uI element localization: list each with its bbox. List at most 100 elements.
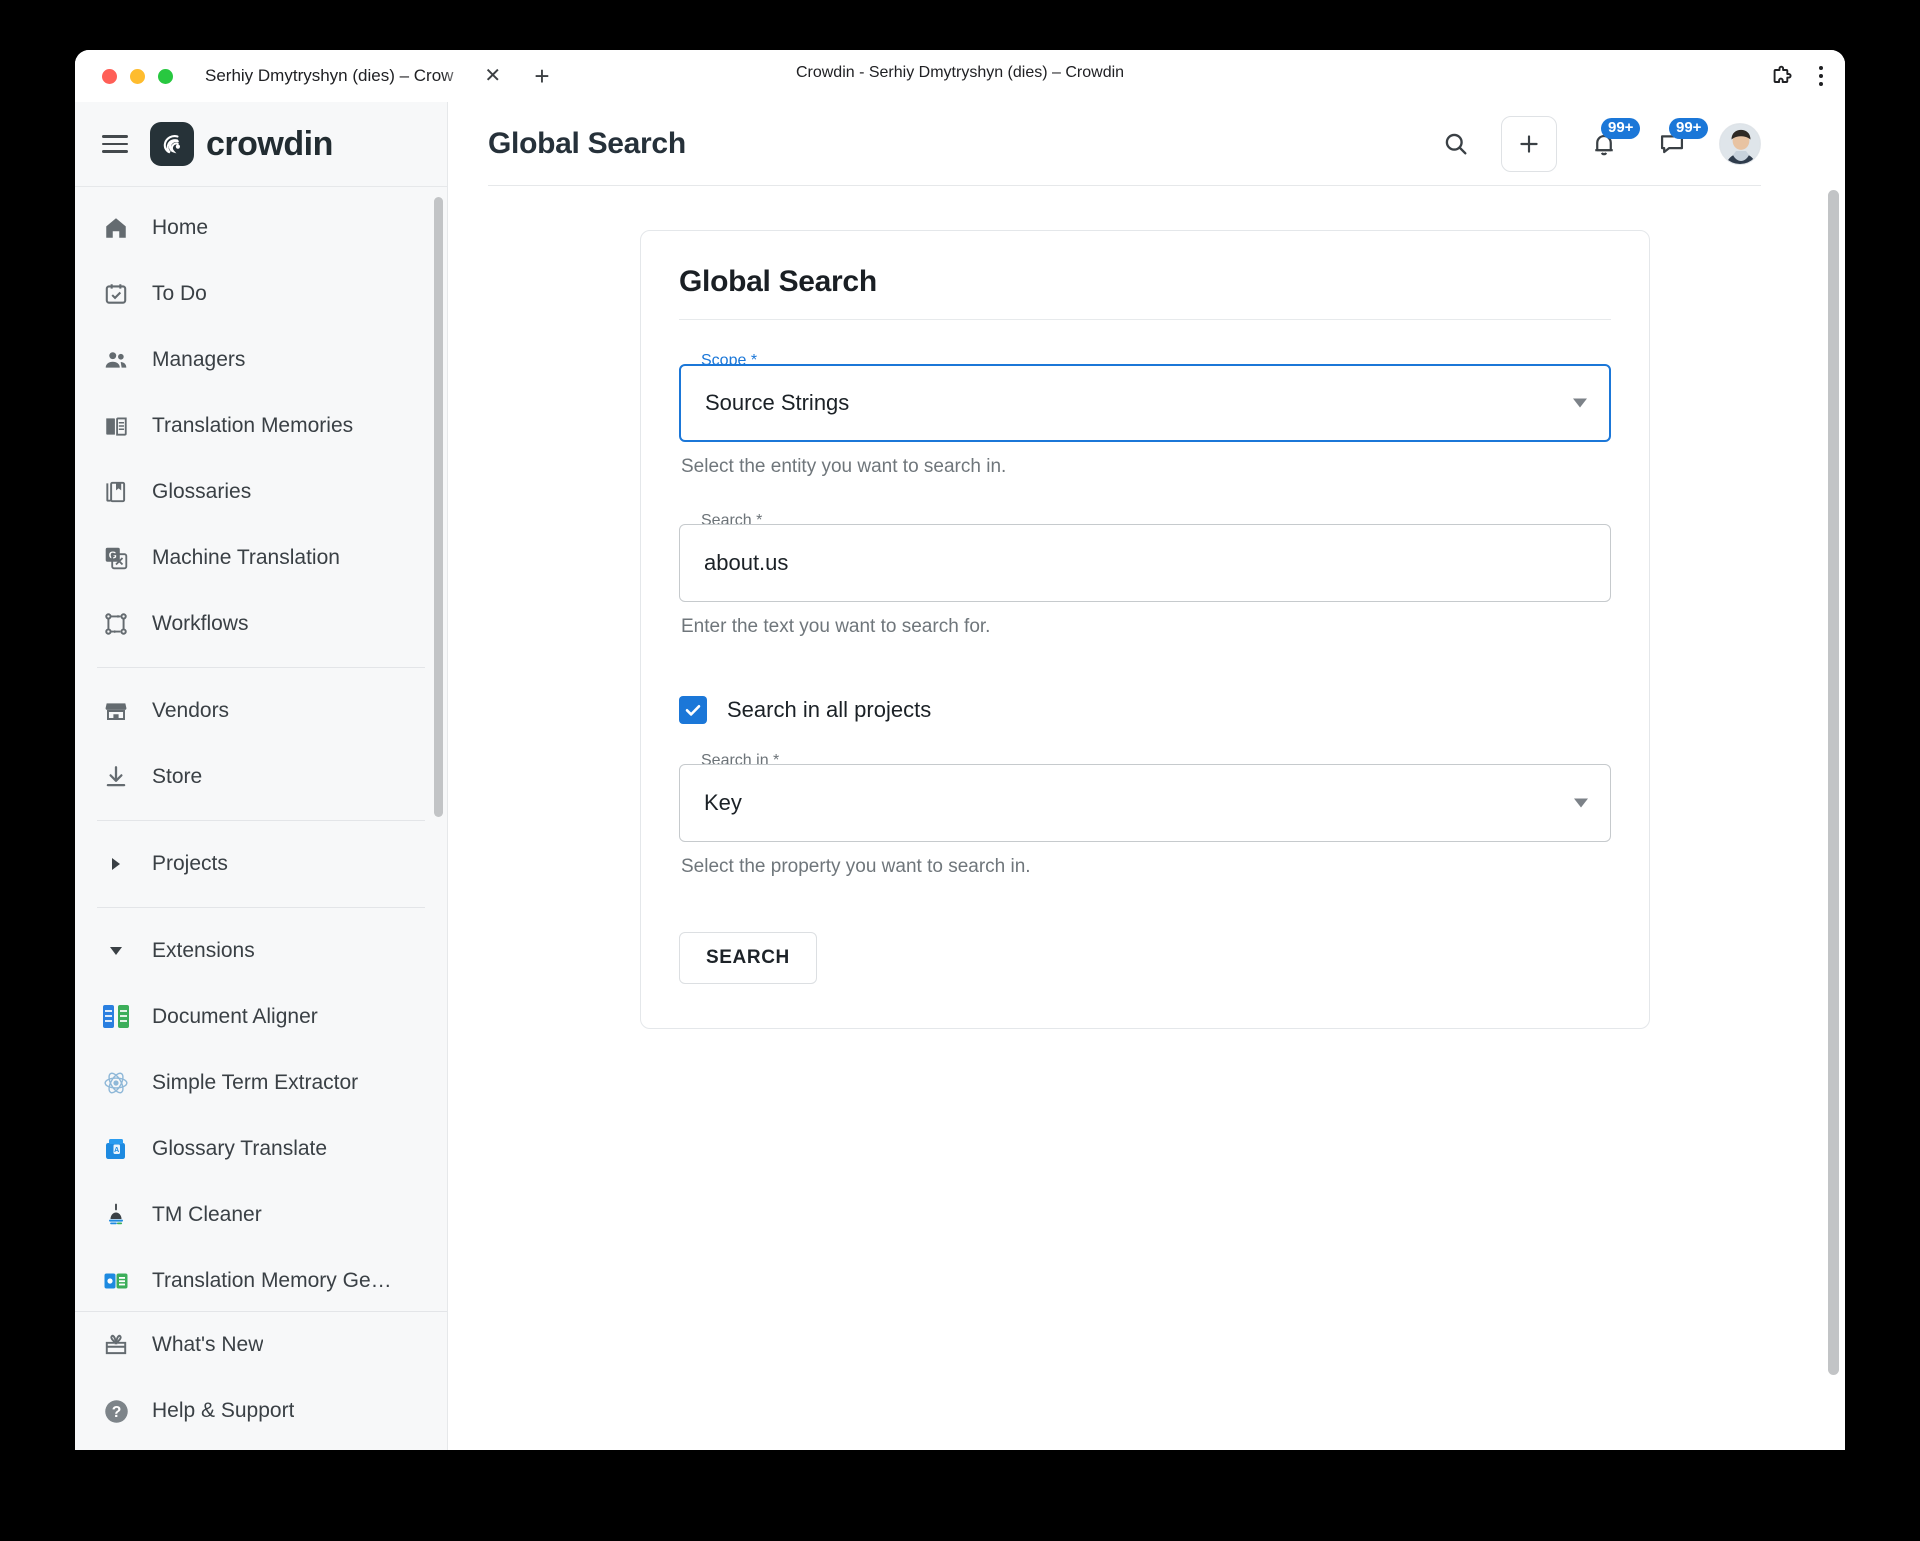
puzzle-icon[interactable] <box>1767 61 1797 91</box>
crowdin-logo-mark <box>150 122 194 166</box>
scope-select[interactable]: Scope * Source Strings <box>679 353 1611 442</box>
sidebar-item-document-aligner[interactable]: Document Aligner <box>75 984 447 1050</box>
search-input-box[interactable]: about.us <box>679 524 1611 602</box>
sidebar-item-label: What's New <box>152 1333 264 1356</box>
sidebar-group-projects[interactable]: Projects <box>75 831 447 897</box>
page-scrollbar-thumb[interactable] <box>1828 190 1839 1375</box>
sidebar-item-todo[interactable]: To Do <box>75 261 447 327</box>
card-title: Global Search <box>679 265 1611 320</box>
sidebar-group-extensions[interactable]: Extensions <box>75 918 447 984</box>
maximize-window-button[interactable] <box>158 68 173 84</box>
sidebar-item-workflows[interactable]: Workflows <box>75 591 447 657</box>
search-text-field[interactable]: Search * about.us <box>679 513 1611 602</box>
people-icon <box>102 346 130 374</box>
close-window-button[interactable] <box>102 68 117 84</box>
sidebar-scrollbar-thumb[interactable] <box>434 197 443 817</box>
app-topbar: Global Search 99+ 99+ <box>448 102 1845 186</box>
page-scrollbar[interactable] <box>1828 186 1839 1450</box>
notifications-button[interactable]: 99+ <box>1583 118 1641 165</box>
tm-generator-icon <box>102 1267 130 1295</box>
create-button[interactable] <box>1501 116 1557 172</box>
sidebar-item-glossaries[interactable]: Glossaries <box>75 459 447 525</box>
workflow-icon <box>102 610 130 638</box>
window-traffic-lights <box>102 68 173 84</box>
sidebar-item-translation-memory-generator[interactable]: Translation Memory Ge… <box>75 1248 447 1311</box>
sidebar-item-tm-cleaner[interactable]: TM Cleaner <box>75 1182 447 1248</box>
translate-icon: G <box>102 544 130 572</box>
search-all-projects-checkbox[interactable] <box>679 696 707 724</box>
sidebar-item-managers[interactable]: Managers <box>75 327 447 393</box>
chevron-down-icon[interactable] <box>1573 398 1587 408</box>
open-book-icon <box>102 412 130 440</box>
sidebar-item-label: Document Aligner <box>152 1005 318 1028</box>
crowdin-logo[interactable]: crowdin <box>150 122 333 166</box>
search-in-select[interactable]: Search in * Key <box>679 753 1611 842</box>
calendar-check-icon <box>102 280 130 308</box>
sidebar-item-translation-memories[interactable]: Translation Memories <box>75 393 447 459</box>
sidebar-item-label: Vendors <box>152 699 230 722</box>
search-input[interactable]: about.us <box>704 550 788 576</box>
svg-text:A: A <box>114 1147 119 1154</box>
scope-value: Source Strings <box>705 390 850 415</box>
sidebar-divider <box>97 907 425 908</box>
sidebar-item-glossary-translate[interactable]: A Glossary Translate <box>75 1116 447 1182</box>
browser-tab[interactable]: Serhiy Dmytryshyn (dies) – Crow ✕ <box>205 54 505 98</box>
crowdin-wordmark: crowdin <box>206 124 333 163</box>
question-circle-icon: ? <box>102 1397 130 1425</box>
search-button[interactable]: SEARCH <box>679 932 817 984</box>
svg-text:?: ? <box>111 1404 121 1421</box>
glossary-translate-icon: A <box>102 1135 130 1163</box>
sidebar-item-label: Simple Term Extractor <box>152 1071 359 1094</box>
topbar-actions: 99+ 99+ <box>1437 116 1761 172</box>
sidebar-group-label: Extensions <box>152 939 255 962</box>
sidebar-item-store[interactable]: Store <box>75 744 447 810</box>
broom-icon <box>102 1201 130 1229</box>
sidebar-nav-scroll: Home To Do Managers Translation Memories… <box>75 186 447 1311</box>
sidebar-item-label: Glossary Translate <box>152 1137 328 1160</box>
gift-icon <box>102 1331 130 1359</box>
books-bookmark-icon <box>102 478 130 506</box>
atom-icon <box>102 1069 130 1097</box>
browser-tab-title: Serhiy Dmytryshyn (dies) – Crow <box>205 66 454 85</box>
document-aligner-icon <box>102 1003 130 1031</box>
messages-button[interactable]: 99+ <box>1651 118 1709 165</box>
sidebar-item-label: Managers <box>152 348 246 371</box>
search-all-projects-row[interactable]: Search in all projects <box>679 696 1611 724</box>
global-search-card: Global Search Scope * Source Strings Sel… <box>640 230 1650 1029</box>
sidebar-item-machine-translation[interactable]: G Machine Translation <box>75 525 447 591</box>
sidebar-item-home[interactable]: Home <box>75 195 447 261</box>
form-actions: SEARCH <box>679 932 1611 984</box>
chevron-down-icon[interactable] <box>1574 798 1588 808</box>
messages-badge: 99+ <box>1669 118 1709 139</box>
close-tab-button[interactable]: ✕ <box>480 63 505 89</box>
search-in-value: Key <box>704 790 742 815</box>
kebab-menu-icon[interactable] <box>1819 66 1823 86</box>
page-content: Global Search Scope * Source Strings Sel… <box>448 186 1845 1450</box>
sidebar-brand: crowdin <box>75 102 447 186</box>
sidebar-item-help-support[interactable]: ? Help & Support <box>75 1378 447 1444</box>
sidebar-scrollbar[interactable] <box>434 193 443 1305</box>
minimize-window-button[interactable] <box>130 68 145 84</box>
sidebar-item-whats-new[interactable]: What's New <box>75 1312 447 1378</box>
search-in-select-box[interactable]: Key <box>679 764 1611 842</box>
browser-tabstrip: Serhiy Dmytryshyn (dies) – Crow ✕ + Crow… <box>75 50 1845 102</box>
sidebar-item-label: Home <box>152 216 209 239</box>
scope-helper-text: Select the entity you want to search in. <box>681 456 1007 477</box>
sidebar-footer: What's New ? Help & Support <box>75 1311 447 1450</box>
sidebar-item-label: Translation Memory Ge… <box>152 1269 392 1292</box>
store-icon <box>102 697 130 725</box>
sidebar-item-label: Workflows <box>152 612 249 635</box>
crowdin-app: crowdin Home To Do Managers Translation … <box>75 102 1845 1450</box>
search-in-helper-text: Select the property you want to search i… <box>681 856 1031 877</box>
sidebar: crowdin Home To Do Managers Translation … <box>75 102 448 1450</box>
sidebar-group-label: Projects <box>152 852 228 875</box>
sidebar-item-simple-term-extractor[interactable]: Simple Term Extractor <box>75 1050 447 1116</box>
page-title: Global Search <box>488 127 686 160</box>
new-tab-button[interactable]: + <box>527 61 557 91</box>
sidebar-item-vendors[interactable]: Vendors <box>75 678 447 744</box>
search-all-projects-label: Search in all projects <box>727 697 932 722</box>
search-icon[interactable] <box>1437 125 1475 163</box>
scope-select-box[interactable]: Source Strings <box>679 364 1611 442</box>
avatar[interactable] <box>1719 123 1761 165</box>
hamburger-icon[interactable] <box>102 135 128 153</box>
